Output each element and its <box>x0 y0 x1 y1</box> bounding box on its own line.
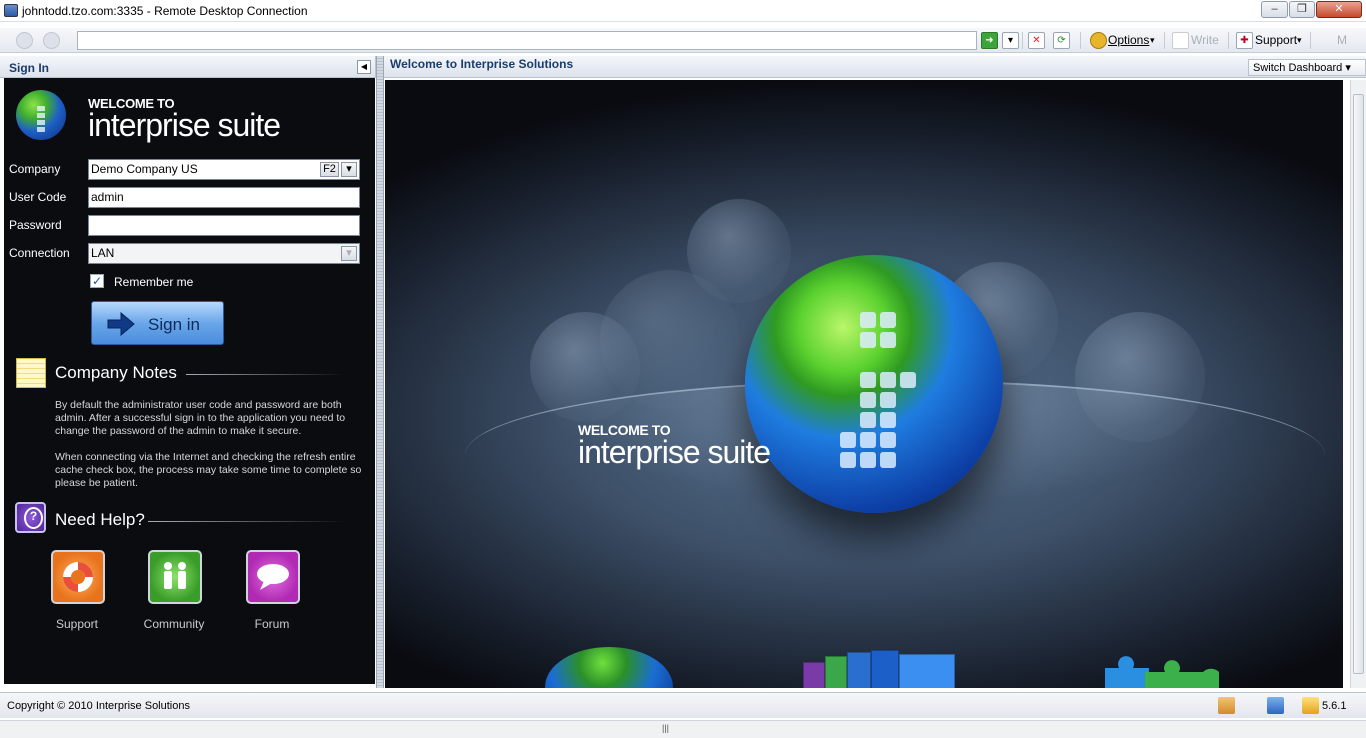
go-arrow-icon[interactable]: ➜ <box>981 32 998 49</box>
user-code-value: admin <box>91 190 124 204</box>
network-status-icon[interactable] <box>1267 697 1284 714</box>
forum-tile[interactable] <box>246 550 300 604</box>
dashboard-header: Welcome to Interprise Solutions Switch D… <box>384 56 1366 78</box>
more-menu[interactable]: M <box>1337 33 1347 47</box>
vertical-scrollbar[interactable] <box>1350 80 1366 688</box>
browser-toolbar: ➜ ▾ ✕ ⟳ Options ▾ Write ✚ Support ▾ M <box>0 28 1366 53</box>
remote-desktop-icon <box>4 4 18 17</box>
people-icon <box>164 562 186 589</box>
password-label: Password <box>9 218 62 232</box>
address-bar[interactable] <box>77 31 977 50</box>
signin-panel-title: Sign In <box>9 61 49 75</box>
options-gear-icon <box>1090 32 1107 49</box>
scrollbar-grip-icon: ||| <box>662 723 670 733</box>
version-text: 5.6.1 <box>1322 700 1347 712</box>
stop-icon[interactable]: ✕ <box>1028 32 1045 49</box>
window-titlebar: johntodd.tzo.com:3335 - Remote Desktop C… <box>0 0 1366 22</box>
support-chevron-icon: ▾ <box>1297 35 1302 45</box>
user-code-field[interactable]: admin <box>88 187 360 208</box>
help-question-icon <box>15 502 46 533</box>
connection-value: LAN <box>91 246 115 260</box>
brand-suite-text: interprise suite <box>88 107 281 143</box>
forum-link[interactable]: Forum <box>232 617 312 631</box>
hero-suite-text: interprise suite <box>578 434 771 470</box>
speech-bubble-icon <box>257 564 289 590</box>
back-button[interactable] <box>16 32 33 49</box>
welcome-hero: WELCOME TO interprise suite <box>385 80 1343 688</box>
puzzle-graphic <box>1105 656 1219 688</box>
support-icon: ✚ <box>1236 32 1253 49</box>
books-graphic <box>803 648 958 688</box>
signin-panel-header: Sign In ◀ <box>0 56 376 78</box>
panel-splitter[interactable] <box>376 56 384 688</box>
folder-icon[interactable] <box>1302 697 1319 714</box>
connection-dropdown-icon[interactable]: ▾ <box>341 246 357 261</box>
options-chevron-icon: ▾ <box>1150 35 1155 45</box>
community-link[interactable]: Community <box>134 617 214 631</box>
bottom-globe-graphic <box>545 647 673 688</box>
status-bar: Copyright © 2010 Interprise Solutions 5.… <box>0 692 1366 718</box>
user-code-label: User Code <box>9 190 67 204</box>
support-tile[interactable] <box>51 550 105 604</box>
copyright-text: Copyright © 2010 Interprise Solutions <box>7 700 190 712</box>
write-button[interactable]: Write <box>1191 33 1219 47</box>
connection-select[interactable]: LAN ▾ <box>88 243 360 264</box>
section-divider <box>186 374 346 375</box>
horizontal-scrollbar[interactable]: ||| <box>0 720 1366 738</box>
user-status-icon[interactable] <box>1218 697 1235 714</box>
company-field[interactable]: Demo Company US F2 ▾ <box>88 159 360 180</box>
signin-panel: WELCOME TO interprise suite Company Demo… <box>4 78 375 684</box>
close-button[interactable]: ✕ <box>1316 1 1362 18</box>
company-value: Demo Company US <box>91 162 198 176</box>
write-icon <box>1172 32 1189 49</box>
company-notes-paragraph-2: When connecting via the Internet and che… <box>55 451 362 489</box>
support-link[interactable]: Support <box>37 617 117 631</box>
need-help-title: Need Help? <box>55 510 145 529</box>
switch-dashboard-label: Switch Dashboard <box>1253 62 1343 74</box>
lifebuoy-icon <box>63 562 93 592</box>
sign-in-label: Sign in <box>148 315 200 334</box>
refresh-icon[interactable]: ⟳ <box>1053 32 1070 49</box>
section-divider <box>148 521 348 522</box>
community-tile[interactable] <box>148 550 202 604</box>
notes-icon <box>16 358 46 388</box>
dashboard-title: Welcome to Interprise Solutions <box>390 57 574 71</box>
chevron-down-icon: ▾ <box>1345 62 1351 74</box>
company-notes-paragraph-1: By default the administrator user code a… <box>55 399 346 437</box>
vertical-scrollbar-thumb[interactable] <box>1353 94 1364 674</box>
maximize-button[interactable]: ❐ <box>1289 1 1315 18</box>
dropdown-chevron-icon[interactable]: ▾ <box>1002 32 1019 49</box>
remember-me-label: Remember me <box>114 275 194 289</box>
forward-button[interactable] <box>43 32 60 49</box>
company-label: Company <box>9 162 61 176</box>
minimize-button[interactable]: – <box>1261 1 1288 18</box>
remember-me-checkbox[interactable]: ✓ <box>90 274 104 288</box>
support-menu[interactable]: Support <box>1255 33 1297 47</box>
company-dropdown-icon[interactable]: ▾ <box>341 162 357 177</box>
switch-dashboard-button[interactable]: Switch Dashboard ▾ <box>1248 59 1366 76</box>
collapse-panel-icon[interactable]: ◀ <box>357 60 371 74</box>
window-title: johntodd.tzo.com:3335 - Remote Desktop C… <box>22 4 308 18</box>
password-field[interactable] <box>88 215 360 236</box>
sign-in-button[interactable]: Sign in <box>91 301 224 345</box>
options-menu[interactable]: Options <box>1108 33 1149 47</box>
connection-label: Connection <box>9 246 70 260</box>
arrow-right-icon <box>107 311 135 337</box>
interprise-globe-logo <box>16 90 66 140</box>
company-notes-title: Company Notes <box>55 363 177 382</box>
company-lookup-button[interactable]: F2 <box>320 162 339 177</box>
